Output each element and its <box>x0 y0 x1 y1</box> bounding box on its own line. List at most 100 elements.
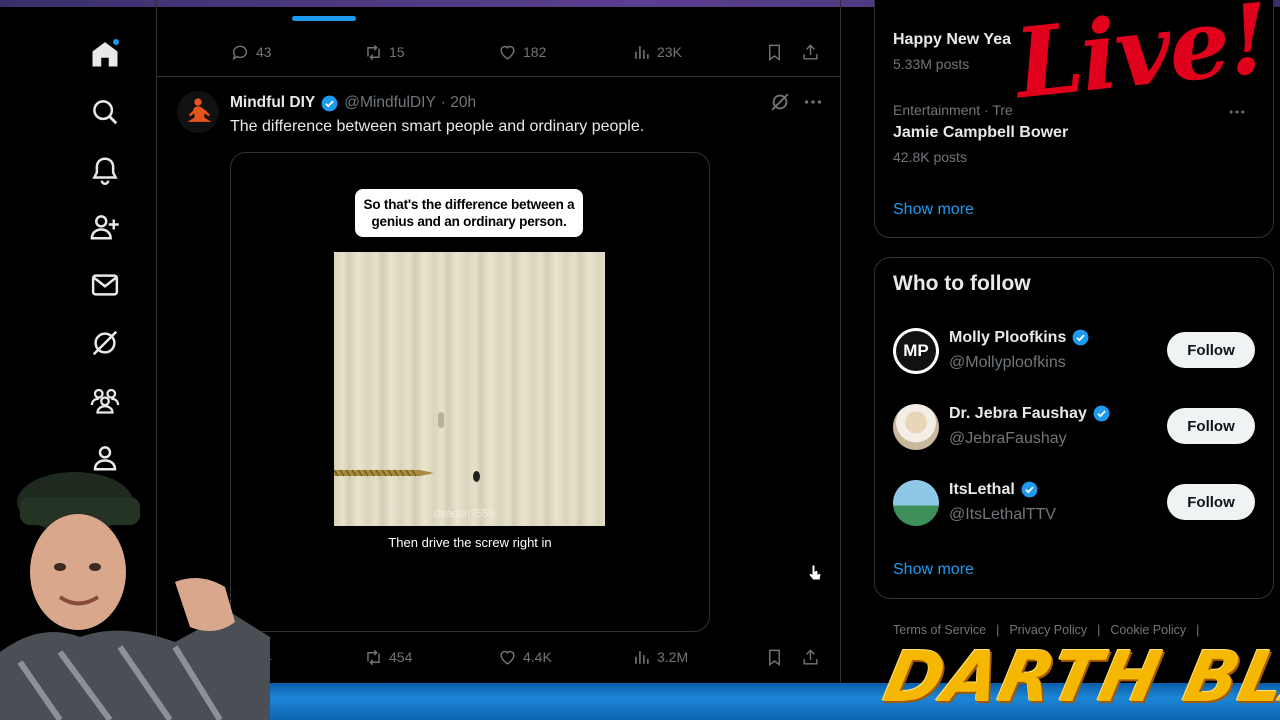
screw-hole <box>473 471 480 482</box>
share-button[interactable] <box>801 37 820 67</box>
views-button[interactable]: 23K <box>632 37 682 67</box>
views-icon <box>635 650 649 664</box>
views-icon <box>635 45 649 59</box>
share-icon <box>803 648 818 665</box>
nav-communities[interactable] <box>75 378 135 422</box>
footer-separator: | <box>996 623 1000 637</box>
share-icon <box>803 43 818 60</box>
nav-follow[interactable] <box>75 205 135 249</box>
user-name-text[interactable]: ItsLethal <box>949 481 1015 499</box>
nav-grok[interactable] <box>75 321 135 365</box>
follow-suggestion[interactable]: MP Molly Ploofkins @Mollyploofkins Follo… <box>875 322 1273 382</box>
prev-tweet-actions: 43 15 182 23K <box>157 37 840 67</box>
avatar[interactable] <box>893 404 939 450</box>
tweet-text: The difference between smart people and … <box>230 118 645 135</box>
grok-icon[interactable] <box>769 91 791 113</box>
brand-overlay-text: DARTH BLAZE <box>877 636 1280 718</box>
user-handle: @JebraFaushay <box>949 430 1067 447</box>
share-button[interactable] <box>801 642 820 672</box>
trend-title: Happy New Yea <box>893 31 1011 48</box>
who-to-follow-title: Who to follow <box>893 272 1031 295</box>
repost-button[interactable]: 15 <box>364 37 405 67</box>
avatar[interactable] <box>893 480 939 526</box>
wood-image: deacon7555 <box>334 252 605 526</box>
trend-title: Jamie Campbell Bower <box>893 124 1069 141</box>
follow-button[interactable]: Follow <box>1167 484 1255 520</box>
nav-notifications[interactable] <box>75 148 135 192</box>
reply-count: 43 <box>256 44 272 60</box>
meditation-icon <box>187 98 212 122</box>
views-count: 23K <box>657 44 682 60</box>
media-watermark: deacon7555 <box>434 508 495 520</box>
user-name: ItsLethal <box>949 480 1039 499</box>
who-to-follow-show-more[interactable]: Show more <box>893 561 974 579</box>
mail-icon <box>91 274 119 296</box>
nav-messages[interactable] <box>75 263 135 307</box>
repost-icon <box>367 649 380 665</box>
follow-suggestion[interactable]: ItsLethal @ItsLethalTTV Follow <box>875 474 1273 534</box>
avatar-monogram: MP <box>896 331 936 371</box>
user-handle: @Mollyploofkins <box>949 354 1066 371</box>
user-name-text[interactable]: Dr. Jebra Faushay <box>949 405 1087 423</box>
like-button[interactable]: 182 <box>498 37 546 67</box>
author-avatar[interactable] <box>177 91 219 133</box>
add-person-icon <box>90 215 119 240</box>
follow-button[interactable]: Follow <box>1167 408 1255 444</box>
tweet-media[interactable]: So that's the difference between a geniu… <box>230 152 710 632</box>
follow-suggestion[interactable]: Dr. Jebra Faushay @JebraFaushay Follow <box>875 398 1273 458</box>
like-count: 182 <box>523 44 547 60</box>
tweet-time[interactable]: · 20h <box>441 94 476 112</box>
footer-terms-link[interactable]: Terms of Service <box>893 623 986 637</box>
verified-badge-icon <box>1021 481 1038 498</box>
user-name: Molly Ploofkins <box>949 328 1090 347</box>
repost-icon <box>367 44 380 60</box>
footer-links: Terms of Service | Privacy Policy | Cookie… <box>893 623 1199 637</box>
views-count: 3.2M <box>657 649 689 665</box>
tweet-divider <box>157 76 840 77</box>
screw-image <box>334 469 434 477</box>
more-options-icon[interactable] <box>1227 102 1247 122</box>
verified-badge-icon <box>321 95 338 111</box>
user-handle: @ItsLethalTTV <box>949 506 1056 523</box>
notification-dot <box>113 39 119 45</box>
avatar[interactable]: MP <box>893 328 939 374</box>
media-progress-bar <box>292 16 356 21</box>
author-name[interactable]: Mindful DIY <box>230 94 315 112</box>
footer-separator: | <box>1196 623 1200 637</box>
views-button[interactable]: 3.2M <box>632 642 688 672</box>
who-to-follow-card: Who to follow MP Molly Ploofkins @Mollyp… <box>874 257 1274 599</box>
streamer-webcam <box>0 472 270 720</box>
verified-badge-icon <box>1072 329 1089 346</box>
more-options-icon[interactable] <box>802 91 824 113</box>
repost-count: 454 <box>389 649 413 665</box>
wood-knot <box>438 412 444 428</box>
bookmark-button[interactable] <box>765 37 784 67</box>
media-subtitle: Then drive the screw right in <box>388 535 552 550</box>
media-caption: So that's the difference between a geniu… <box>355 189 583 237</box>
reply-button[interactable]: 43 <box>231 37 272 67</box>
footer-privacy-link[interactable]: Privacy Policy <box>1009 623 1087 637</box>
bookmark-button[interactable] <box>765 642 784 672</box>
user-name-text[interactable]: Molly Ploofkins <box>949 329 1066 347</box>
heart-icon <box>500 45 515 60</box>
trend-posts: 42.8K posts <box>893 149 967 165</box>
like-button[interactable]: 4.4K <box>498 642 552 672</box>
heart-icon <box>500 650 515 665</box>
footer-cookie-link[interactable]: Cookie Policy <box>1110 623 1186 637</box>
author-handle[interactable]: @MindfulDIY <box>344 94 436 112</box>
footer-separator: | <box>1097 623 1101 637</box>
verified-badge-icon <box>1093 405 1110 422</box>
nav-home[interactable] <box>75 32 135 76</box>
nav-explore[interactable] <box>75 90 135 134</box>
bookmark-icon <box>769 44 780 61</box>
trend-posts: 5.33M posts <box>893 56 970 72</box>
follow-button[interactable]: Follow <box>1167 332 1255 368</box>
user-name: Dr. Jebra Faushay <box>949 404 1111 423</box>
repost-count: 15 <box>389 44 405 60</box>
reply-icon <box>232 45 248 61</box>
repost-button[interactable]: 454 <box>364 642 412 672</box>
communities-icon <box>90 388 120 414</box>
bookmark-icon <box>769 649 780 666</box>
trends-show-more[interactable]: Show more <box>893 201 974 219</box>
search-icon <box>93 100 118 125</box>
